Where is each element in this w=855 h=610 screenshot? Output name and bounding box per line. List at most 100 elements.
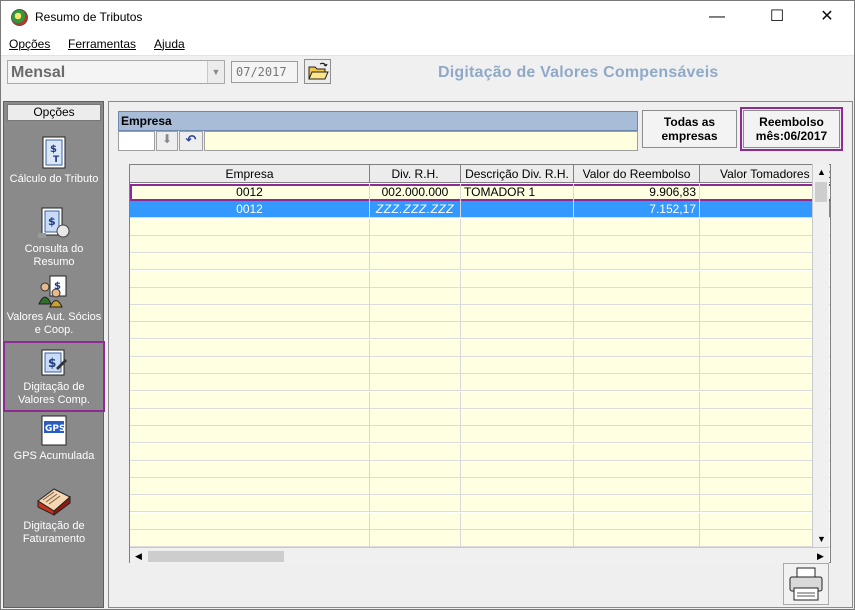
cell-valor[interactable] <box>574 270 700 288</box>
cell-valor[interactable] <box>574 408 700 426</box>
cell-empresa[interactable] <box>130 287 370 305</box>
cell-valor[interactable] <box>574 322 700 340</box>
cell-div[interactable] <box>370 218 461 236</box>
cell-descricao[interactable] <box>461 305 574 323</box>
empty-table-row[interactable] <box>130 305 830 323</box>
cell-empresa[interactable] <box>130 253 370 271</box>
sidebar-item-consulta[interactable]: $ Consulta do Resumo <box>4 206 104 269</box>
empty-table-row[interactable] <box>130 322 830 340</box>
horizontal-scrollbar[interactable]: ◀ ▶ <box>130 547 829 564</box>
empresa-name-field[interactable] <box>204 131 638 151</box>
cell-descricao[interactable] <box>461 339 574 357</box>
cell-descricao[interactable] <box>461 201 574 219</box>
cell-empresa[interactable] <box>130 374 370 392</box>
cell-descricao[interactable] <box>461 218 574 236</box>
cell-empresa[interactable] <box>130 443 370 461</box>
empty-table-row[interactable] <box>130 287 830 305</box>
menu-ferramentas[interactable]: Ferramentas <box>68 37 136 51</box>
cell-valor[interactable]: 7.152,17 <box>574 201 700 219</box>
download-icon[interactable]: ⬇ <box>156 131 178 151</box>
period-select[interactable]: Mensal ▼ <box>7 60 225 84</box>
sidebar-item-gps[interactable]: GPS GPS Acumulada <box>4 415 104 463</box>
cell-valor[interactable] <box>574 218 700 236</box>
cell-descricao[interactable] <box>461 270 574 288</box>
cell-div[interactable] <box>370 512 461 530</box>
empty-table-row[interactable] <box>130 426 830 444</box>
chevron-down-icon[interactable]: ▼ <box>207 61 224 83</box>
empty-table-row[interactable] <box>130 443 830 461</box>
maximize-button[interactable]: ☐ <box>754 1 800 33</box>
cell-descricao[interactable] <box>461 253 574 271</box>
cell-div[interactable] <box>370 270 461 288</box>
cell-empresa[interactable] <box>130 357 370 374</box>
scroll-up-icon[interactable]: ▲ <box>813 164 830 181</box>
cell-descricao[interactable] <box>461 374 574 392</box>
scroll-thumb[interactable] <box>815 182 827 202</box>
cell-div[interactable] <box>370 426 461 444</box>
cell-div[interactable] <box>370 287 461 305</box>
cell-valor[interactable] <box>574 530 700 547</box>
cell-descricao[interactable] <box>461 391 574 409</box>
empty-table-row[interactable] <box>130 391 830 409</box>
cell-descricao[interactable] <box>461 443 574 461</box>
column-header-descricao[interactable]: Descrição Div. R.H. <box>461 165 574 183</box>
cell-empresa[interactable]: 0012 <box>130 184 370 201</box>
cell-valor[interactable] <box>574 495 700 513</box>
empty-table-row[interactable] <box>130 235 830 253</box>
cell-descricao[interactable] <box>461 322 574 340</box>
empty-table-row[interactable] <box>130 270 830 288</box>
cell-valor[interactable] <box>574 235 700 253</box>
cell-div[interactable] <box>370 443 461 461</box>
cell-div[interactable] <box>370 460 461 478</box>
cell-descricao[interactable] <box>461 460 574 478</box>
cell-div[interactable] <box>370 374 461 392</box>
cell-valor[interactable] <box>574 305 700 323</box>
cell-empresa[interactable] <box>130 495 370 513</box>
cell-empresa[interactable] <box>130 426 370 444</box>
cell-empresa[interactable] <box>130 391 370 409</box>
cell-valor[interactable]: 9.906,83 <box>574 184 700 201</box>
cell-div[interactable]: ZZZ.ZZZ.ZZZ <box>370 201 461 219</box>
sidebar-item-digitacao-valores[interactable]: $ Digitação de Valores Comp. <box>3 341 105 412</box>
cell-valor[interactable] <box>574 460 700 478</box>
cell-empresa[interactable] <box>130 235 370 253</box>
cell-div[interactable] <box>370 478 461 496</box>
close-button[interactable]: ✕ <box>804 1 850 33</box>
cell-valor[interactable] <box>574 253 700 271</box>
cell-valor[interactable] <box>574 478 700 496</box>
empty-table-row[interactable] <box>130 460 830 478</box>
menu-ajuda[interactable]: Ajuda <box>154 37 185 51</box>
cell-empresa[interactable]: 0012 <box>130 201 370 219</box>
column-header-valor-reembolso[interactable]: Valor do Reembolso <box>574 165 700 183</box>
cell-div[interactable] <box>370 530 461 547</box>
cell-div[interactable] <box>370 495 461 513</box>
cell-div[interactable] <box>370 235 461 253</box>
minimize-button[interactable]: — <box>694 1 740 33</box>
cell-empresa[interactable] <box>130 339 370 357</box>
empty-table-row[interactable] <box>130 357 830 374</box>
cell-div[interactable] <box>370 357 461 374</box>
empty-table-row[interactable] <box>130 374 830 392</box>
sidebar-item-valores-aut[interactable]: $ Valores Aut. Sócios e Coop. <box>4 274 104 337</box>
empty-table-row[interactable] <box>130 253 830 271</box>
empty-table-row[interactable] <box>130 512 830 530</box>
cell-div[interactable]: 002.000.000 <box>370 184 461 201</box>
cell-valor[interactable] <box>574 426 700 444</box>
cell-div[interactable] <box>370 408 461 426</box>
cell-empresa[interactable] <box>130 460 370 478</box>
sidebar-item-faturamento[interactable]: Digitação de Faturamento <box>4 483 104 546</box>
cell-div[interactable] <box>370 253 461 271</box>
date-field[interactable]: 07/2017 <box>231 61 298 83</box>
cell-empresa[interactable] <box>130 530 370 547</box>
cell-div[interactable] <box>370 305 461 323</box>
reembolso-button[interactable]: Reembolso mês:06/2017 <box>740 107 843 151</box>
cell-empresa[interactable] <box>130 408 370 426</box>
empresa-code-input[interactable] <box>118 131 155 151</box>
cell-descricao[interactable] <box>461 426 574 444</box>
print-button[interactable] <box>783 563 829 605</box>
cell-descricao[interactable] <box>461 287 574 305</box>
table-row[interactable]: 0012 ZZZ.ZZZ.ZZZ 7.152,17 <box>130 201 830 219</box>
open-folder-button[interactable] <box>304 59 331 84</box>
cell-empresa[interactable] <box>130 322 370 340</box>
cell-descricao[interactable] <box>461 512 574 530</box>
